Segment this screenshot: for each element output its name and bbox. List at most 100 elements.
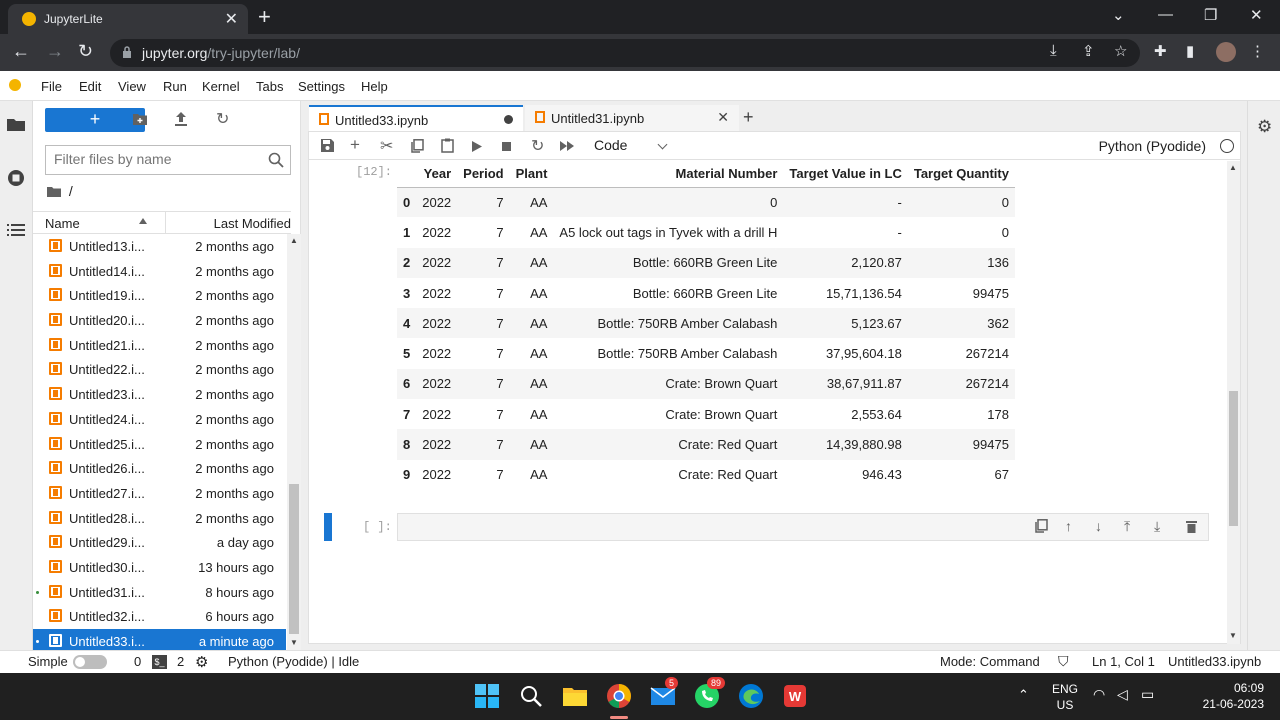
- menu-tabs[interactable]: Tabs: [256, 79, 283, 94]
- new-tab-icon[interactable]: +: [258, 4, 271, 30]
- move-cell-up-icon[interactable]: ↑: [1065, 518, 1072, 534]
- filter-files-field[interactable]: [45, 145, 291, 175]
- file-row[interactable]: Untitled22.i... 2 months ago: [33, 357, 286, 382]
- column-modified-header[interactable]: Last Modified: [214, 216, 291, 231]
- file-row[interactable]: Untitled27.i... 2 months ago: [33, 481, 286, 506]
- volume-icon[interactable]: ◁: [1117, 686, 1128, 703]
- table-of-contents-icon[interactable]: [7, 223, 25, 237]
- battery-icon[interactable]: ▭: [1141, 686, 1154, 703]
- insert-cell-icon[interactable]: +: [350, 135, 360, 155]
- scrollbar-thumb[interactable]: [289, 484, 299, 634]
- scroll-up-icon[interactable]: ▲: [290, 236, 298, 245]
- menu-file[interactable]: File: [41, 79, 62, 94]
- bookmark-star-icon[interactable]: ☆: [1114, 42, 1127, 60]
- file-row[interactable]: Untitled26.i... 2 months ago: [33, 456, 286, 481]
- run-icon[interactable]: [472, 141, 482, 152]
- property-inspector-icon[interactable]: ⚙: [1257, 117, 1272, 137]
- restart-icon[interactable]: ↻: [531, 136, 544, 156]
- search-icon[interactable]: [518, 683, 544, 709]
- file-row[interactable]: Untitled29.i... a day ago: [33, 530, 286, 555]
- tab-search-icon[interactable]: ⌄: [1112, 6, 1125, 24]
- file-row[interactable]: Untitled24.i... 2 months ago: [33, 407, 286, 432]
- reload-icon[interactable]: ↻: [78, 41, 93, 62]
- extensions-icon[interactable]: ✚: [1154, 42, 1167, 60]
- windows-start-icon[interactable]: [474, 683, 500, 709]
- menu-edit[interactable]: Edit: [79, 79, 101, 94]
- simple-mode-toggle[interactable]: [73, 655, 107, 669]
- file-row[interactable]: Untitled30.i... 13 hours ago: [33, 555, 286, 580]
- file-row[interactable]: Untitled28.i... 2 months ago: [33, 506, 286, 531]
- chrome-menu-icon[interactable]: ⋮: [1250, 42, 1265, 60]
- running-kernels-icon[interactable]: [7, 169, 25, 187]
- file-row[interactable]: Untitled19.i... 2 months ago: [33, 283, 286, 308]
- sort-ascending-icon[interactable]: [139, 218, 147, 224]
- restart-run-all-icon[interactable]: [560, 141, 574, 151]
- insert-cell-above-icon[interactable]: ⤒: [1124, 518, 1130, 535]
- kernel-status-text[interactable]: Python (Pyodide) | Idle: [228, 654, 359, 669]
- terminal-count[interactable]: 0: [134, 654, 141, 669]
- close-tab-icon[interactable]: ✕: [225, 9, 238, 29]
- upload-icon[interactable]: [175, 112, 187, 126]
- add-tab-icon[interactable]: +: [743, 107, 754, 128]
- folder-icon[interactable]: [7, 117, 25, 131]
- chevron-up-icon[interactable]: ⌃: [1018, 687, 1029, 703]
- notebook-scrollbar[interactable]: ▲ ▼: [1227, 161, 1240, 644]
- menu-kernel[interactable]: Kernel: [202, 79, 240, 94]
- file-row[interactable]: Untitled25.i... 2 months ago: [33, 432, 286, 457]
- menu-help[interactable]: Help: [361, 79, 388, 94]
- browser-tab[interactable]: JupyterLite ✕: [8, 4, 248, 34]
- file-row[interactable]: Untitled14.i... 2 months ago: [33, 259, 286, 284]
- filter-files-input[interactable]: [54, 146, 264, 172]
- file-row[interactable]: Untitled23.i... 2 months ago: [33, 382, 286, 407]
- delete-cell-icon[interactable]: [1186, 520, 1197, 533]
- shield-icon[interactable]: ⛉: [1058, 653, 1069, 670]
- file-list-scrollbar[interactable]: ▲ ▼: [287, 234, 301, 650]
- kernel-count[interactable]: 2: [177, 654, 184, 669]
- kernel-name[interactable]: Python (Pyodide): [1099, 138, 1206, 154]
- wps-office-icon[interactable]: W: [782, 683, 808, 709]
- tab-untitled33[interactable]: Untitled33.ipynb: [309, 105, 523, 131]
- stop-icon[interactable]: [502, 142, 511, 151]
- wifi-icon[interactable]: ◠: [1093, 686, 1105, 703]
- file-row[interactable]: Untitled31.i... 8 hours ago: [33, 580, 286, 605]
- forward-icon[interactable]: →: [46, 41, 64, 62]
- new-launcher-button[interactable]: +: [45, 108, 145, 132]
- restore-icon[interactable]: ❐: [1204, 6, 1217, 24]
- share-icon[interactable]: ⇪: [1082, 42, 1095, 60]
- menu-view[interactable]: View: [118, 79, 146, 94]
- install-app-icon[interactable]: ⤓: [1050, 42, 1057, 59]
- new-folder-icon[interactable]: [133, 113, 147, 125]
- column-divider[interactable]: [165, 212, 166, 234]
- file-row[interactable]: Untitled20.i... 2 months ago: [33, 308, 286, 333]
- file-row[interactable]: Untitled33.i... a minute ago: [33, 629, 286, 650]
- file-explorer-icon[interactable]: [562, 683, 588, 709]
- code-cell-editor[interactable]: [397, 513, 1209, 541]
- scrollbar-thumb[interactable]: [1229, 391, 1238, 526]
- edge-icon[interactable]: [738, 683, 764, 709]
- cell-type-dropdown[interactable]: Code: [594, 137, 668, 153]
- side-panel-icon[interactable]: ▮: [1186, 42, 1194, 60]
- tab-untitled31[interactable]: Untitled31.ipynb ✕: [525, 105, 739, 131]
- save-icon[interactable]: [321, 139, 334, 152]
- move-cell-down-icon[interactable]: ↓: [1095, 518, 1102, 534]
- menu-run[interactable]: Run: [163, 79, 187, 94]
- chrome-icon[interactable]: [606, 683, 632, 709]
- menu-settings[interactable]: Settings: [298, 79, 345, 94]
- insert-cell-below-icon[interactable]: ⤓: [1154, 518, 1160, 535]
- paste-icon[interactable]: [441, 138, 454, 153]
- cut-icon[interactable]: ✂: [380, 136, 393, 156]
- file-row[interactable]: Untitled21.i... 2 months ago: [33, 333, 286, 358]
- file-row[interactable]: Untitled13.i... 2 months ago: [33, 234, 286, 259]
- scroll-up-icon[interactable]: ▲: [1229, 163, 1237, 172]
- scroll-down-icon[interactable]: ▼: [290, 638, 298, 647]
- breadcrumb-root[interactable]: /: [69, 183, 73, 199]
- language-indicator[interactable]: ENG US: [1052, 681, 1078, 713]
- unsaved-dot-icon[interactable]: [504, 115, 513, 124]
- close-window-icon[interactable]: ✕: [1250, 6, 1263, 24]
- column-name-header[interactable]: Name: [45, 216, 80, 231]
- folder-icon[interactable]: [47, 186, 61, 197]
- file-row[interactable]: Untitled32.i... 6 hours ago: [33, 604, 286, 629]
- scroll-down-icon[interactable]: ▼: [1229, 631, 1237, 640]
- back-icon[interactable]: ←: [12, 41, 30, 62]
- close-tab-icon[interactable]: ✕: [717, 109, 729, 126]
